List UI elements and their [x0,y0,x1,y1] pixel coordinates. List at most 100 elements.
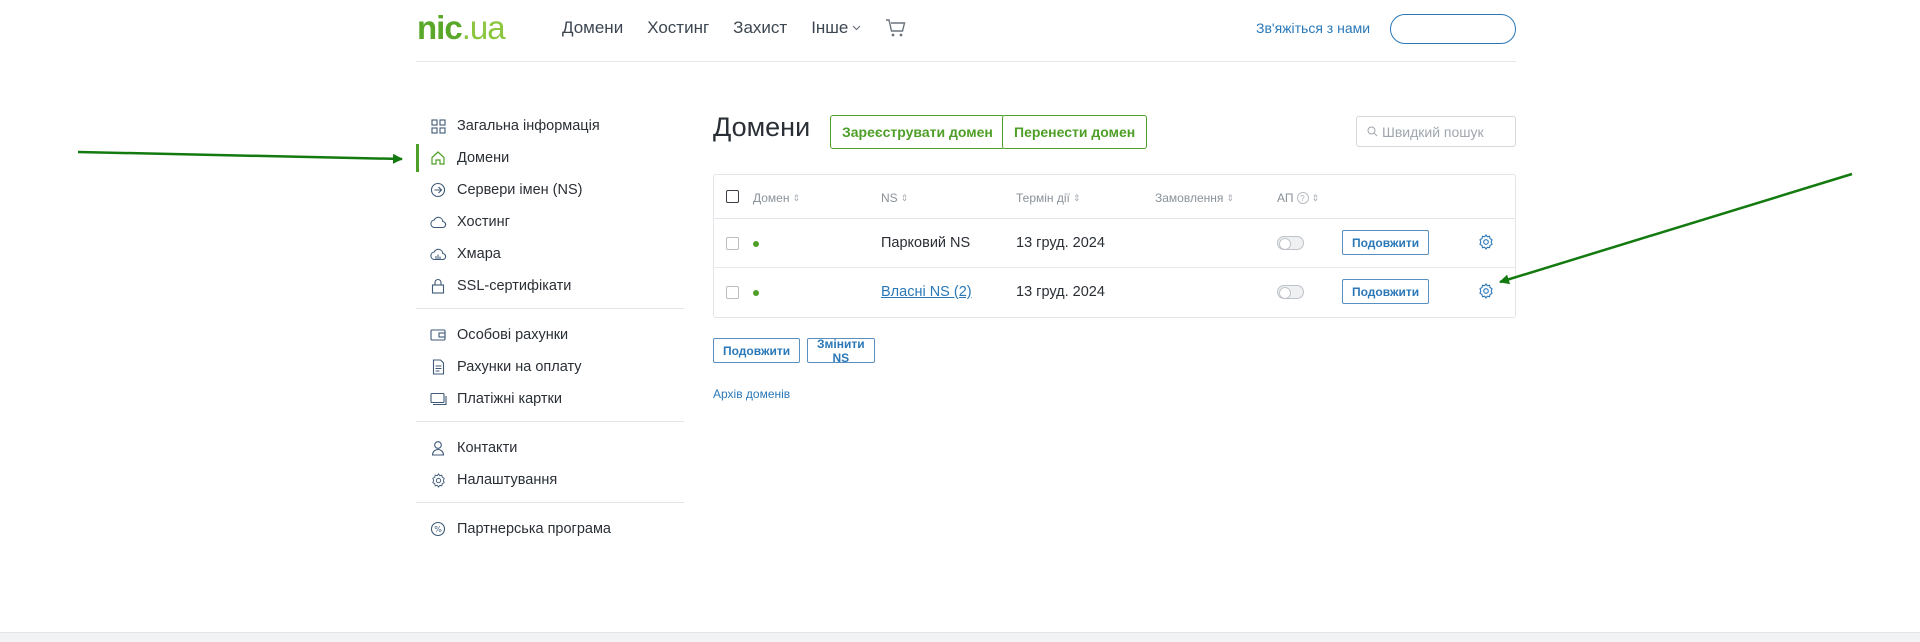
change-ns-button[interactable]: Змінити NS [807,337,875,365]
sidebar-item-ssl[interactable]: SSL-сертифікати [416,270,684,302]
column-ap-label: АП [1277,191,1294,205]
transfer-domain-button[interactable]: Перенести домен [1002,115,1148,149]
sidebar-item-label: Рахунки на оплату [457,359,582,375]
ns-value: Парковий NS [881,235,971,251]
annotation-arrows [77,150,1853,285]
grid-icon [429,117,447,135]
sidebar: Загальна інформація Домени Сервери імен … [416,110,684,561]
sidebar-item-nameservers[interactable]: Сервери імен (NS) [416,174,684,206]
column-domain-label: Домен [753,191,790,205]
sidebar-item-label: Особові рахунки [457,327,569,343]
renew-button[interactable]: Подовжити [1342,230,1430,255]
sidebar-item-invoices[interactable]: Рахунки на оплату [416,351,684,383]
column-term-label: Термін дії [1016,191,1070,205]
nav-protection[interactable]: Захист [733,18,787,38]
lock-icon [429,277,447,295]
sidebar-item-label: Хостинг [457,214,510,230]
sidebar-group-account: Контакти Налаштування [416,432,684,503]
sort-icon: ⇕ [1226,192,1234,203]
column-term[interactable]: Термін дії ⇕ [1016,191,1080,205]
page-title: Домени [713,112,811,142]
help-icon[interactable]: ? [1296,192,1309,204]
main-content: Домени Зареєструвати домен Перенести дом… [713,110,1516,401]
sidebar-item-label: Сервери імен (NS) [457,182,583,198]
domains-table: Домен ⇕ NS ⇕ Термін дії ⇕ Замовлення ⇕ АП? ⇕ … [713,174,1516,318]
document-icon [429,358,447,376]
register-domain-button[interactable]: Зареєструвати домен [830,115,1005,149]
column-orders[interactable]: Замовлення ⇕ [1155,191,1234,205]
cart-icon[interactable] [885,18,907,38]
sidebar-item-cloud[interactable]: Хмара [416,238,684,270]
nav-more-label: Інше [811,18,849,37]
table-header: Домен ⇕ NS ⇕ Термін дії ⇕ Замовлення ⇕ АП? ⇕ [714,175,1515,219]
sidebar-item-hosting[interactable]: Хостинг [416,206,684,238]
settings-gear-icon[interactable] [1478,234,1494,250]
sort-icon: ⇕ [1072,192,1081,203]
svg-text:%: % [434,525,442,534]
sidebar-item-label: Партнерська програма [457,521,611,537]
sidebar-item-general-info[interactable]: Загальна інформація [416,110,684,142]
status-dot [753,290,759,296]
domain-archive-link[interactable]: Архів доменів [713,387,790,401]
sort-icon: ⇕ [1311,192,1320,203]
logo[interactable]: nic.ua [417,8,506,48]
sidebar-item-partner-program[interactable]: % Партнерська програма [416,513,684,545]
page: nic.ua Домени Хостинг Захист Інше Зв'яжі… [0,0,1920,642]
settings-gear-icon[interactable] [1478,283,1494,299]
autorenew-toggle[interactable] [1277,236,1304,250]
main-nav: Домени Хостинг Захист Інше [562,18,907,38]
bulk-renew-button[interactable]: Подовжити [713,338,801,363]
row-checkbox[interactable] [726,286,739,299]
expiry-date: 13 груд. 2024 [1016,284,1105,300]
sidebar-item-label: Хмара [457,246,501,262]
sidebar-item-personal-accounts[interactable]: Особові рахунки [416,319,684,351]
footer-strip [0,632,1920,642]
column-ap[interactable]: АП? ⇕ [1277,191,1319,205]
table-row: Парковий NS 13 груд. 2024 Подовжити [714,219,1515,268]
top-header: nic.ua Домени Хостинг Захист Інше Зв'яжі… [416,0,1516,62]
search-input[interactable]: Швидкий пошук [1356,116,1516,147]
search-icon [1367,126,1378,137]
table-row: Власні NS (2) 13 груд. 2024 Подовжити [714,268,1515,317]
sidebar-item-label: Контакти [457,440,518,456]
sidebar-item-label: Загальна інформація [457,118,600,134]
user-icon [429,439,447,457]
percent-icon: % [429,520,447,538]
sidebar-item-contacts[interactable]: Контакти [416,432,684,464]
row-checkbox[interactable] [726,237,739,250]
arrow-circle-icon [429,181,447,199]
login-button[interactable] [1390,14,1516,44]
home-icon [429,149,447,167]
chevron-down-icon [852,25,861,31]
column-ns-label: NS [881,191,898,205]
sidebar-item-label: SSL-сертифікати [457,278,572,294]
select-all-checkbox[interactable] [726,190,739,203]
sidebar-item-label: Домени [457,150,510,166]
annotation-arrow [1499,172,1853,285]
cloud-icon [429,213,447,231]
sidebar-item-payment-cards[interactable]: Платіжні картки [416,383,684,415]
sidebar-item-settings[interactable]: Налаштування [416,464,684,496]
wallet-icon [429,326,447,344]
nav-domains[interactable]: Домени [562,18,623,38]
autorenew-toggle[interactable] [1277,285,1304,299]
sidebar-group-main: Загальна інформація Домени Сервери імен … [416,110,684,309]
sidebar-item-label: Налаштування [457,472,558,488]
ns-link[interactable]: Власні NS (2) [881,284,972,300]
sidebar-item-label: Платіжні картки [457,391,563,407]
nav-more[interactable]: Інше [811,18,861,38]
cards-icon [429,390,447,408]
renew-button[interactable]: Подовжити [1342,279,1430,304]
gear-icon [429,471,447,489]
expiry-date: 13 груд. 2024 [1016,235,1105,251]
column-domain[interactable]: Домен ⇕ [753,191,800,205]
column-orders-label: Замовлення [1155,191,1224,205]
contact-link[interactable]: Зв'яжіться з нами [1256,20,1370,36]
sidebar-item-domains[interactable]: Домени [416,142,684,174]
sort-icon: ⇕ [900,192,909,203]
sidebar-group-billing: Особові рахунки Рахунки на оплату Платіж… [416,319,684,422]
column-ns[interactable]: NS ⇕ [881,191,908,205]
sort-icon: ⇕ [792,192,801,203]
cloud-gauge-icon [429,245,447,263]
nav-hosting[interactable]: Хостинг [647,18,709,38]
